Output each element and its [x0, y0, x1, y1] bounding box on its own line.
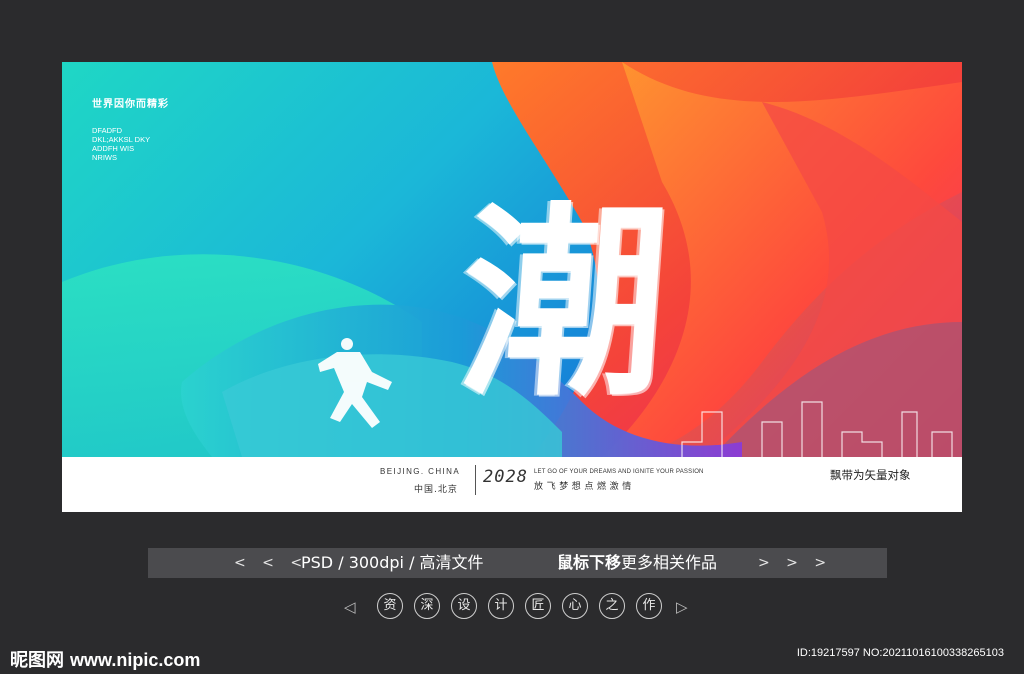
left-triangle-icon: ◁ — [344, 598, 356, 616]
small-text-line: DFADFD — [92, 126, 122, 135]
china-beijing-text: 中国.北京 — [414, 485, 458, 495]
slogan-chinese: 放飞梦想点燃激情 — [534, 482, 635, 492]
file-spec-text: PSD / 300dpi / 高清文件 — [301, 553, 484, 572]
poster-tagline: 世界因你而精彩 — [92, 99, 169, 110]
year-text: 2028 — [483, 467, 528, 487]
circle-char: 之 — [599, 593, 625, 619]
poster-headline-character: 潮 — [453, 184, 676, 424]
info-bar[interactable]: < < < PSD / 300dpi / 高清文件 鼠标下移更多相关作品 > >… — [148, 548, 887, 578]
poster-image: 世界因你而精彩 DFADFD DKL;AKKSL DKY ADDFH WIS N… — [62, 62, 962, 512]
small-text-line: DKL;AKKSL DKY — [92, 135, 151, 144]
site-logo[interactable]: 昵图网 www.nipic.com — [10, 646, 200, 672]
circle-char: 深 — [414, 593, 440, 619]
circle-char: 心 — [562, 593, 588, 619]
site-url: www.nipic.com — [70, 650, 201, 670]
circle-char: 作 — [636, 593, 662, 619]
poster-small-text: DFADFD DKL;AKKSL DKY ADDFH WIS NRIWS — [92, 126, 150, 162]
image-id-text: ID:19217597 NO:20211016100338265103 — [796, 647, 1004, 659]
ribbon-vector-note: 飘带为矢量对象 — [830, 468, 911, 482]
cta-bold-text: 鼠标下移 — [557, 553, 622, 572]
small-text-line: NRIWS — [92, 153, 117, 162]
footer-divider — [475, 465, 476, 495]
slogan-english: LET GO OF YOUR DREAMS AND IGNITE YOUR PA… — [534, 469, 704, 475]
circle-char: 资 — [377, 593, 403, 619]
right-arrows-icon: > > > — [758, 555, 833, 571]
logo-text: 昵图网 — [10, 650, 64, 671]
beijing-china-text: BEIJING. CHINA — [380, 467, 461, 476]
cta-rest-text: 更多相关作品 — [621, 553, 718, 572]
circle-char: 设 — [451, 593, 477, 619]
more-works-link[interactable]: 鼠标下移更多相关作品 — [557, 548, 717, 578]
left-arrows-icon: < < < — [234, 555, 309, 571]
small-text-line: ADDFH WIS — [92, 144, 135, 153]
circle-char: 匠 — [525, 593, 551, 619]
right-triangle-icon: ▷ — [676, 598, 688, 616]
circle-char: 计 — [488, 593, 514, 619]
